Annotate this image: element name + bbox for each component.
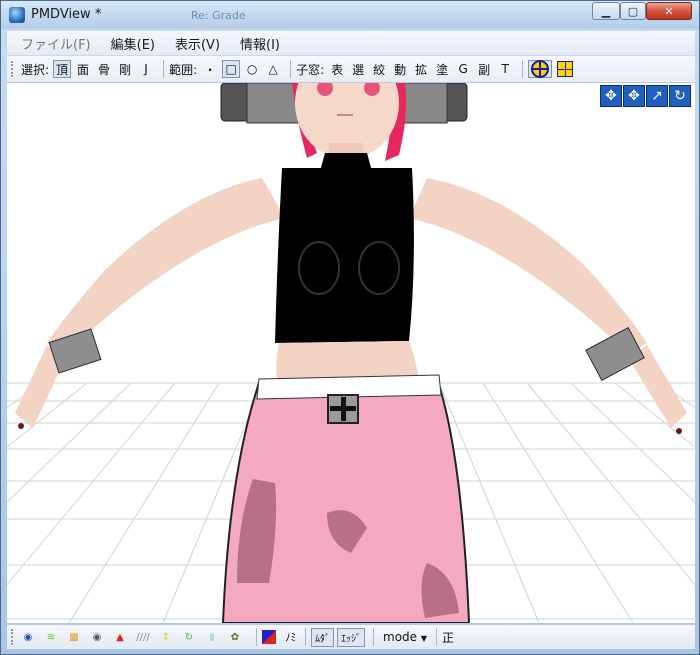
- select-label: 選択:: [21, 62, 50, 77]
- toolbar-separator: [436, 628, 438, 646]
- select-joint-button[interactable]: J: [137, 60, 155, 78]
- move-icon[interactable]: ✥: [623, 85, 645, 107]
- minimize-button[interactable]: ▁: [592, 2, 620, 20]
- child-g-button[interactable]: G: [454, 60, 472, 78]
- morph-icon[interactable]: ✿: [228, 630, 242, 644]
- bottom-toolbar: ◉ ≋ ▩ ◉ ▲ //// ↕ ↻ ▮ ✿ ﾉﾐ ﾑﾀﾞ ｴｯｼﾞ mode …: [7, 624, 695, 649]
- view-controls: ✥ ✥ ↗ ↻: [600, 85, 691, 107]
- toolbar-grip[interactable]: [11, 61, 16, 77]
- menu-info[interactable]: 情報(I): [240, 34, 280, 53]
- menu-file[interactable]: ファイル(F): [21, 34, 91, 53]
- zoom-icon[interactable]: ↗: [646, 85, 668, 107]
- mode-select-value: mode: [383, 630, 418, 644]
- child-select-button[interactable]: 選: [349, 60, 367, 78]
- child-paint-button[interactable]: 塗: [433, 60, 451, 78]
- pan-icon[interactable]: ✥: [600, 85, 622, 107]
- triangle-icon[interactable]: ▲: [113, 630, 127, 644]
- range-rect-button[interactable]: □: [222, 60, 241, 78]
- texture-icon[interactable]: ▩: [67, 630, 81, 644]
- color-label: ﾉﾐ: [285, 631, 296, 644]
- child-scale-button[interactable]: 拡: [412, 60, 430, 78]
- wireframe-icon[interactable]: ≋: [44, 630, 58, 644]
- menu-view[interactable]: 表示(V): [175, 34, 220, 53]
- child-move-button[interactable]: 動: [391, 60, 409, 78]
- range-triangle-button[interactable]: △: [264, 60, 282, 78]
- toolbar-separator: [163, 60, 165, 78]
- toolbar-separator: [305, 628, 306, 646]
- menu-bar: ファイル(F) 編集(E) 表示(V) 情報(I): [7, 31, 695, 55]
- model-render: [7, 83, 695, 623]
- point-icon[interactable]: ◉: [90, 630, 104, 644]
- bone-lines-icon[interactable]: ////: [136, 630, 150, 644]
- child-window-label: 子窓:: [296, 62, 325, 77]
- toolbar-separator: [522, 60, 524, 78]
- range-point-button[interactable]: ・: [201, 60, 219, 78]
- grid-view-icon: [557, 61, 574, 77]
- mode-select[interactable]: mode ▼: [383, 630, 427, 644]
- range-circle-button[interactable]: ○: [243, 60, 261, 78]
- quad-view-button[interactable]: [555, 60, 575, 78]
- toolbar-grip[interactable]: [11, 629, 16, 645]
- close-button[interactable]: ✕: [646, 2, 692, 20]
- character-model: [15, 83, 687, 623]
- child-table-button[interactable]: 表: [328, 60, 346, 78]
- child-t-button[interactable]: T: [496, 60, 514, 78]
- select-rigid-button[interactable]: 剛: [116, 60, 134, 78]
- app-icon: [9, 7, 25, 23]
- center-target-button[interactable]: [528, 60, 553, 78]
- joint-icon[interactable]: ▮: [205, 630, 219, 644]
- toolbar-separator: [290, 60, 292, 78]
- select-vertex-button[interactable]: 頂: [53, 60, 72, 78]
- window-title: PMDView *: [31, 7, 102, 22]
- child-filter-button[interactable]: 絞: [370, 60, 388, 78]
- title-bar[interactable]: PMDView * Re: Grade ▁ ▢ ✕: [1, 1, 699, 29]
- title-background-text: Re: Grade: [191, 9, 246, 22]
- menu-edit[interactable]: 編集(E): [111, 34, 155, 53]
- rigid-icon[interactable]: ↻: [182, 630, 196, 644]
- vertex-dot-icon[interactable]: ◉: [21, 630, 35, 644]
- child-sub-button[interactable]: 副: [475, 60, 493, 78]
- toolbar-separator: [256, 628, 257, 646]
- toolbar-separator: [373, 628, 374, 646]
- target-icon: [531, 60, 550, 78]
- maximize-icon: ▢: [627, 4, 639, 18]
- orthographic-button[interactable]: 正: [442, 629, 454, 646]
- main-toolbar: 選択: 頂 面 骨 剛 J 範囲: ・ □ ○ △ 子窓: 表 選 絞 動 拡 …: [7, 56, 695, 83]
- maximize-button[interactable]: ▢: [620, 2, 646, 20]
- rotate-icon[interactable]: ↻: [669, 85, 691, 107]
- chevron-down-icon: ▼: [420, 634, 428, 643]
- select-bone-button[interactable]: 骨: [95, 60, 113, 78]
- minimize-icon: ▁: [601, 4, 611, 18]
- app-window: PMDView * Re: Grade ▁ ▢ ✕ ファイル(F) 編集(E) …: [0, 0, 700, 655]
- select-face-button[interactable]: 面: [74, 60, 92, 78]
- edge-toggle-button[interactable]: ｴｯｼﾞ: [337, 627, 365, 647]
- close-icon: ✕: [664, 4, 674, 18]
- range-label: 範囲:: [169, 62, 198, 77]
- 3d-viewport[interactable]: ✥ ✥ ↗ ↻: [7, 83, 695, 623]
- ik-icon[interactable]: ↕: [159, 630, 173, 644]
- mode-toggle-button[interactable]: ﾑﾀﾞ: [311, 627, 334, 647]
- color-swatch-icon[interactable]: [262, 630, 276, 644]
